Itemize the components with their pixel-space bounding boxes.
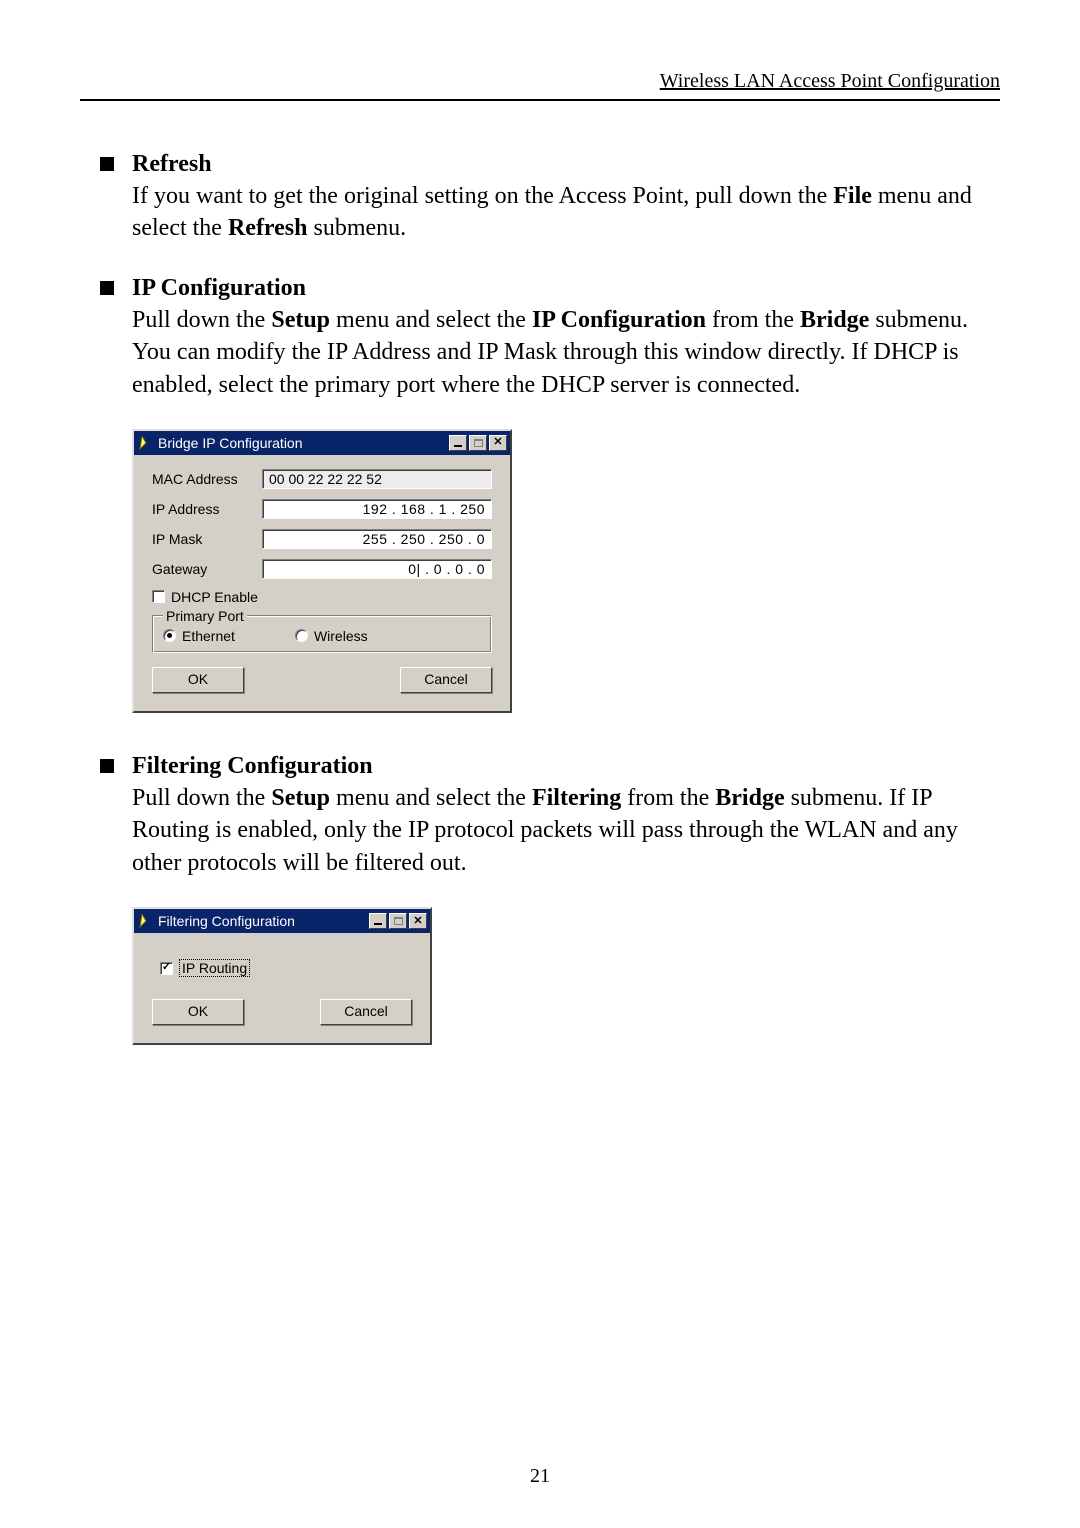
ip-mask-field[interactable]: 255 . 250 . 250 . 0 — [262, 529, 492, 549]
ok-button[interactable]: OK — [152, 667, 244, 693]
label-dhcp-enable: DHCP Enable — [171, 589, 258, 605]
radio-wireless-option[interactable]: Wireless — [295, 628, 368, 644]
radio-ethernet-option[interactable]: Ethernet — [163, 628, 235, 644]
app-icon — [138, 435, 154, 451]
section-ip-configuration: IP Configuration Pull down the Setup men… — [80, 275, 1000, 713]
text: Pull down the — [132, 785, 271, 811]
section-title-filtering: Filtering Configuration — [132, 753, 373, 780]
maximize-button — [469, 435, 487, 451]
label-mac-address: MAC Address — [152, 471, 262, 487]
running-head: Wireless LAN Access Point Configuration — [80, 70, 1000, 93]
section-title-ipconfig: IP Configuration — [132, 275, 306, 302]
text-bold: Setup — [271, 785, 330, 811]
text: If you want to get the original setting … — [132, 183, 833, 209]
label-ip-mask: IP Mask — [152, 531, 262, 547]
section-refresh: Refresh If you want to get the original … — [80, 151, 1000, 245]
close-button[interactable] — [409, 913, 427, 929]
radio-ethernet[interactable] — [163, 629, 176, 642]
close-button[interactable] — [489, 435, 507, 451]
text: submenu. — [308, 215, 407, 241]
titlebar[interactable]: Bridge IP Configuration — [134, 431, 510, 455]
text-bold: Setup — [271, 307, 330, 333]
radio-wireless[interactable] — [295, 629, 308, 642]
page-number: 21 — [0, 1465, 1080, 1488]
header-rule — [80, 99, 1000, 101]
label-gateway: Gateway — [152, 561, 262, 577]
text-bold: File — [833, 183, 872, 209]
titlebar[interactable]: Filtering Configuration — [134, 909, 430, 933]
section-filtering: Filtering Configuration Pull down the Se… — [80, 753, 1000, 1045]
dialog-title: Bridge IP Configuration — [158, 435, 303, 451]
mac-address-field: 00 00 22 22 22 52 — [262, 469, 492, 489]
text-bold: Filtering — [532, 785, 621, 811]
ip-address-field[interactable]: 192 . 168 . 1 . 250 — [262, 499, 492, 519]
paragraph-refresh: If you want to get the original setting … — [132, 180, 1000, 245]
cancel-button[interactable]: Cancel — [400, 667, 492, 693]
primary-port-fieldset: Primary Port Ethernet Wireless — [152, 615, 492, 653]
text-bold: Refresh — [228, 215, 308, 241]
text-bold: Bridge — [715, 785, 784, 811]
text: from the — [621, 785, 715, 811]
label-ip-routing: IP Routing — [179, 959, 250, 977]
dialog-bridge-ip: Bridge IP Configuration MAC Address 00 0… — [132, 429, 512, 713]
minimize-button[interactable] — [369, 913, 387, 929]
cancel-button[interactable]: Cancel — [320, 999, 412, 1025]
text-bold: IP Configuration — [532, 307, 706, 333]
label-ip-address: IP Address — [152, 501, 262, 517]
paragraph-filtering: Pull down the Setup menu and select the … — [132, 782, 1000, 879]
paragraph-ipconfig: Pull down the Setup menu and select the … — [132, 304, 1000, 401]
text-bold: Bridge — [800, 307, 869, 333]
bullet-icon — [100, 281, 114, 295]
gateway-field[interactable]: 0| . 0 . 0 . 0 — [262, 559, 492, 579]
bullet-icon — [100, 157, 114, 171]
legend-primary-port: Primary Port — [163, 608, 247, 624]
document-page: Wireless LAN Access Point Configuration … — [0, 0, 1080, 1528]
app-icon — [138, 913, 154, 929]
dialog-filtering: Filtering Configuration IP Routing OK Ca… — [132, 907, 432, 1045]
maximize-button — [389, 913, 407, 929]
text: menu and select the — [330, 785, 532, 811]
label-wireless: Wireless — [314, 628, 368, 644]
bullet-icon — [100, 759, 114, 773]
ip-routing-checkbox[interactable] — [160, 962, 173, 975]
section-title-refresh: Refresh — [132, 151, 212, 178]
text: menu and select the — [330, 307, 532, 333]
minimize-button[interactable] — [449, 435, 467, 451]
dhcp-enable-checkbox[interactable] — [152, 590, 165, 603]
text: from the — [706, 307, 800, 333]
dialog-title: Filtering Configuration — [158, 913, 295, 929]
label-ethernet: Ethernet — [182, 628, 235, 644]
ok-button[interactable]: OK — [152, 999, 244, 1025]
text: Pull down the — [132, 307, 271, 333]
